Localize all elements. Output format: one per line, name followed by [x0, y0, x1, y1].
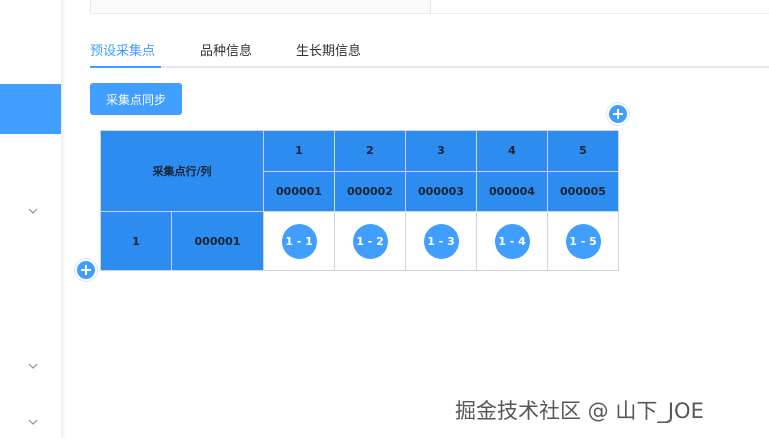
- column-index: 5: [547, 130, 619, 172]
- row-index: 1: [100, 211, 172, 271]
- column-code: 000004: [476, 170, 548, 212]
- collection-point-marker[interactable]: 1 - 4: [494, 223, 530, 259]
- grid-cell: 1 - 1: [263, 211, 335, 271]
- collection-point-grid: 采集点行/列 1 2 3 4 5 000001 000002 000003 00…: [100, 130, 619, 271]
- sync-points-button[interactable]: 采集点同步: [90, 83, 182, 115]
- collection-point-marker[interactable]: 1 - 3: [423, 223, 459, 259]
- app-root: 预设采集点 品种信息 生长期信息 采集点同步 采集点行/列 1 2 3 4 5 …: [0, 0, 769, 439]
- top-form-field[interactable]: [90, 0, 431, 14]
- plus-icon[interactable]: [75, 259, 97, 281]
- column-index: 4: [476, 130, 548, 172]
- chevron-down-icon[interactable]: [27, 205, 39, 217]
- column-code: 000002: [334, 170, 406, 212]
- tab-variety-info[interactable]: 品种信息: [200, 40, 252, 59]
- grid-cell: 1 - 5: [547, 211, 619, 271]
- column-index: 1: [263, 130, 335, 172]
- row-code: 000001: [171, 211, 264, 271]
- column-code: 000005: [547, 170, 619, 212]
- column-code: 000003: [405, 170, 477, 212]
- watermark: 掘金技术社区 @ 山下_JOE: [455, 399, 704, 423]
- tab-preset-points[interactable]: 预设采集点: [90, 40, 155, 59]
- plus-icon[interactable]: [607, 103, 629, 125]
- sidebar-item-active[interactable]: [0, 84, 61, 134]
- tab-active-indicator: [90, 66, 161, 68]
- column-index: 2: [334, 130, 406, 172]
- tab-bar: 预设采集点 品种信息 生长期信息: [90, 36, 769, 68]
- grid-cell: 1 - 2: [334, 211, 406, 271]
- divider: [90, 13, 769, 14]
- chevron-down-icon[interactable]: [27, 360, 39, 372]
- collection-point-marker[interactable]: 1 - 5: [565, 223, 601, 259]
- grid-cell: 1 - 3: [405, 211, 477, 271]
- collection-point-marker[interactable]: 1 - 1: [281, 223, 317, 259]
- column-index: 3: [405, 130, 477, 172]
- collection-point-marker[interactable]: 1 - 2: [352, 223, 388, 259]
- column-code: 000001: [263, 170, 335, 212]
- chevron-down-icon[interactable]: [27, 416, 39, 428]
- grid-cell: 1 - 4: [476, 211, 548, 271]
- table-row: 1 000001 1 - 1 1 - 2 1 - 3 1 - 4 1 - 5: [100, 211, 619, 271]
- grid-corner-label: 采集点行/列: [100, 130, 264, 212]
- sidebar: [0, 0, 61, 439]
- tab-growth-period-info[interactable]: 生长期信息: [296, 40, 361, 59]
